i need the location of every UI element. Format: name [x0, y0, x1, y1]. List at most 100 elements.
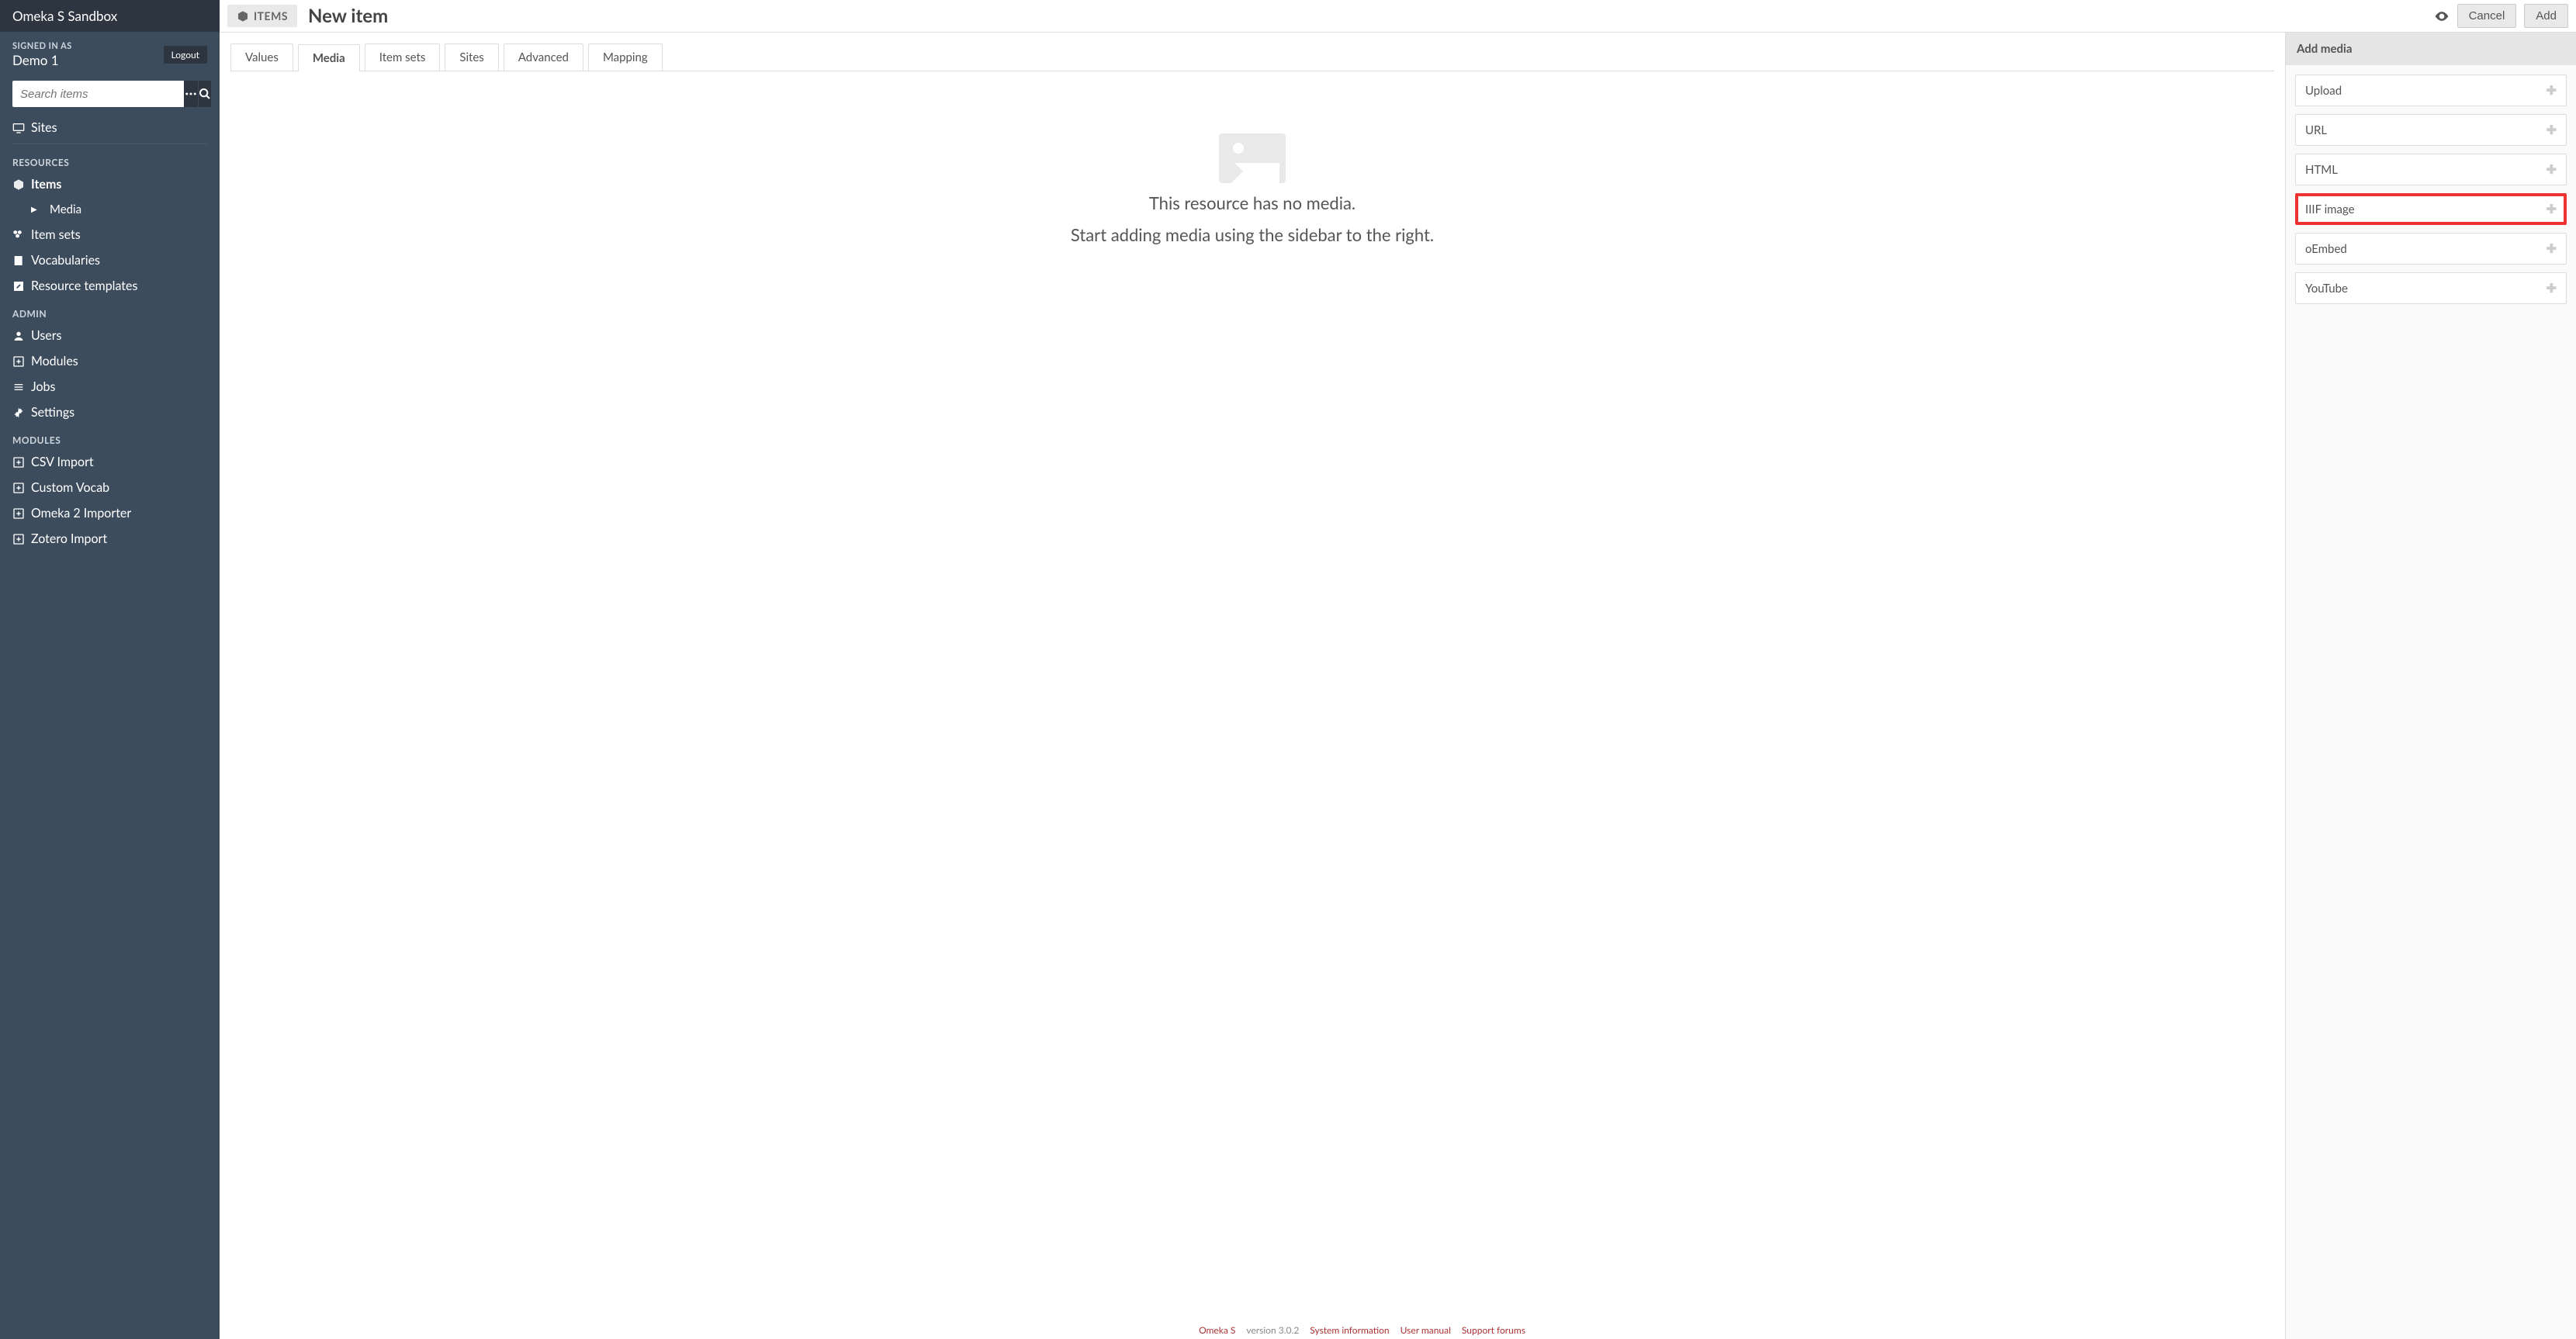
sidebar-item-itemsets[interactable]: Item sets [0, 222, 220, 247]
sidebar-item-label: Custom Vocab [31, 480, 109, 495]
preview-button[interactable] [2434, 9, 2450, 24]
plus-icon: ✚ [2547, 162, 2557, 177]
sidebar-item-label: Settings [31, 405, 74, 420]
plus-square-icon [12, 456, 29, 469]
plus-square-icon [12, 507, 29, 520]
tab-mapping[interactable]: Mapping [588, 43, 663, 71]
nav-header-admin: ADMIN [0, 299, 220, 323]
right-panel: Add media Upload ✚ URL ✚ HTML ✚ [2285, 33, 2576, 1339]
sidebar-item-label: Item sets [31, 227, 81, 242]
footer-link-forums[interactable]: Support forums [1462, 1324, 1525, 1336]
media-option-iiif[interactable]: IIIF image ✚ [2295, 193, 2567, 225]
sidebar-item-items[interactable]: Items [0, 171, 220, 197]
tab-sites[interactable]: Sites [445, 43, 498, 71]
search-row [0, 74, 220, 115]
media-option-label: Upload [2305, 84, 2342, 98]
search-options-button[interactable] [184, 81, 198, 107]
plus-icon: ✚ [2547, 83, 2557, 98]
sidebar-item-label: Omeka 2 Importer [31, 506, 131, 521]
sidebar-item-vocabularies[interactable]: Vocabularies [0, 247, 220, 273]
content-area: Values Media Item sets Sites Advanced Ma… [220, 33, 2285, 1339]
media-option-url[interactable]: URL ✚ [2295, 114, 2567, 146]
sidebar-item-label: Media [50, 202, 81, 216]
tabs: Values Media Item sets Sites Advanced Ma… [230, 43, 2274, 71]
list-icon [12, 381, 29, 393]
image-placeholder-icon [1219, 133, 1286, 183]
panel-header: Add media [2286, 33, 2576, 65]
sidebar-item-custom-vocab[interactable]: Custom Vocab [0, 475, 220, 500]
caret-right-icon: ▶ [31, 205, 48, 214]
sidebar-item-label: Vocabularies [31, 253, 100, 268]
sidebar-item-modules[interactable]: Modules [0, 348, 220, 374]
footer-version: version 3.0.2 [1246, 1324, 1299, 1336]
plus-icon: ✚ [2547, 281, 2557, 296]
sidebar-item-label: Modules [31, 354, 78, 368]
search-icon [199, 88, 211, 100]
sidebar-item-label: Items [31, 177, 61, 192]
tab-advanced[interactable]: Advanced [504, 43, 583, 71]
site-title[interactable]: Omeka S Sandbox [0, 0, 220, 32]
plus-icon: ✚ [2547, 241, 2557, 256]
media-option-label: URL [2305, 123, 2327, 137]
media-option-oembed[interactable]: oEmbed ✚ [2295, 233, 2567, 265]
page-title: New item [308, 5, 388, 27]
sidebar-item-jobs[interactable]: Jobs [0, 374, 220, 400]
footer-link-omeka[interactable]: Omeka S [1199, 1324, 1235, 1336]
tab-item-sets[interactable]: Item sets [365, 43, 441, 71]
search-input[interactable] [12, 81, 184, 107]
footer-link-sysinfo[interactable]: System information [1310, 1324, 1389, 1336]
topbar: ITEMS New item Cancel Add [220, 0, 2576, 33]
cancel-button[interactable]: Cancel [2457, 4, 2517, 28]
gear-icon [12, 407, 29, 419]
media-option-label: HTML [2305, 163, 2338, 177]
username[interactable]: Demo 1 [12, 52, 72, 68]
sidebar-item-label: Users [31, 328, 61, 343]
breadcrumb-label: ITEMS [254, 9, 288, 22]
book-icon [12, 254, 29, 267]
add-button[interactable]: Add [2524, 4, 2568, 28]
eye-icon [2434, 9, 2450, 24]
plus-square-icon [12, 482, 29, 494]
sidebar-item-zotero-import[interactable]: Zotero Import [0, 526, 220, 552]
footer: Omeka S version 3.0.2 System information… [439, 1324, 2285, 1336]
user-icon [12, 330, 29, 342]
sidebar-subitem-media[interactable]: ▶ Media [0, 197, 220, 222]
nav-header-resources: RESOURCES [0, 147, 220, 171]
empty-subtitle: Start adding media using the sidebar to … [1071, 224, 1434, 245]
breadcrumb[interactable]: ITEMS [227, 5, 297, 27]
nav-header-modules: MODULES [0, 425, 220, 449]
media-option-html[interactable]: HTML ✚ [2295, 154, 2567, 185]
cube-icon [12, 178, 29, 191]
media-option-label: oEmbed [2305, 242, 2347, 256]
media-option-label: IIIF image [2305, 202, 2355, 216]
tab-media[interactable]: Media [298, 44, 360, 71]
search-submit-button[interactable] [198, 81, 211, 107]
sidebar-item-label: Zotero Import [31, 531, 107, 546]
media-option-label: YouTube [2305, 282, 2348, 296]
footer-link-manual[interactable]: User manual [1401, 1324, 1451, 1336]
tab-values[interactable]: Values [230, 43, 293, 71]
sidebar-item-resource-templates[interactable]: Resource templates [0, 273, 220, 299]
plus-icon: ✚ [2547, 123, 2557, 137]
sidebar-item-omeka2-importer[interactable]: Omeka 2 Importer [0, 500, 220, 526]
empty-state: This resource has no media. Start adding… [230, 71, 2274, 1339]
sidebar-item-settings[interactable]: Settings [0, 400, 220, 425]
logout-button[interactable]: Logout [164, 46, 207, 64]
media-option-youtube[interactable]: YouTube ✚ [2295, 272, 2567, 304]
plus-square-icon [12, 533, 29, 545]
sidebar-item-users[interactable]: Users [0, 323, 220, 348]
ellipsis-icon [184, 87, 198, 101]
media-option-upload[interactable]: Upload ✚ [2295, 74, 2567, 106]
monitor-icon [12, 122, 29, 134]
cubes-icon [12, 229, 29, 241]
plus-icon: ✚ [2547, 202, 2557, 216]
sidebar-item-sites[interactable]: Sites [0, 115, 220, 140]
user-block: SIGNED IN AS Demo 1 Logout [0, 32, 220, 74]
sidebar-item-label: Sites [31, 120, 57, 135]
sidebar-item-csv-import[interactable]: CSV Import [0, 449, 220, 475]
sidebar-item-label: CSV Import [31, 455, 94, 469]
cube-icon [237, 10, 249, 22]
sidebar-item-label: Jobs [31, 379, 55, 394]
sidebar-item-label: Resource templates [31, 279, 137, 293]
main: ITEMS New item Cancel Add Values Media I… [220, 0, 2576, 1339]
